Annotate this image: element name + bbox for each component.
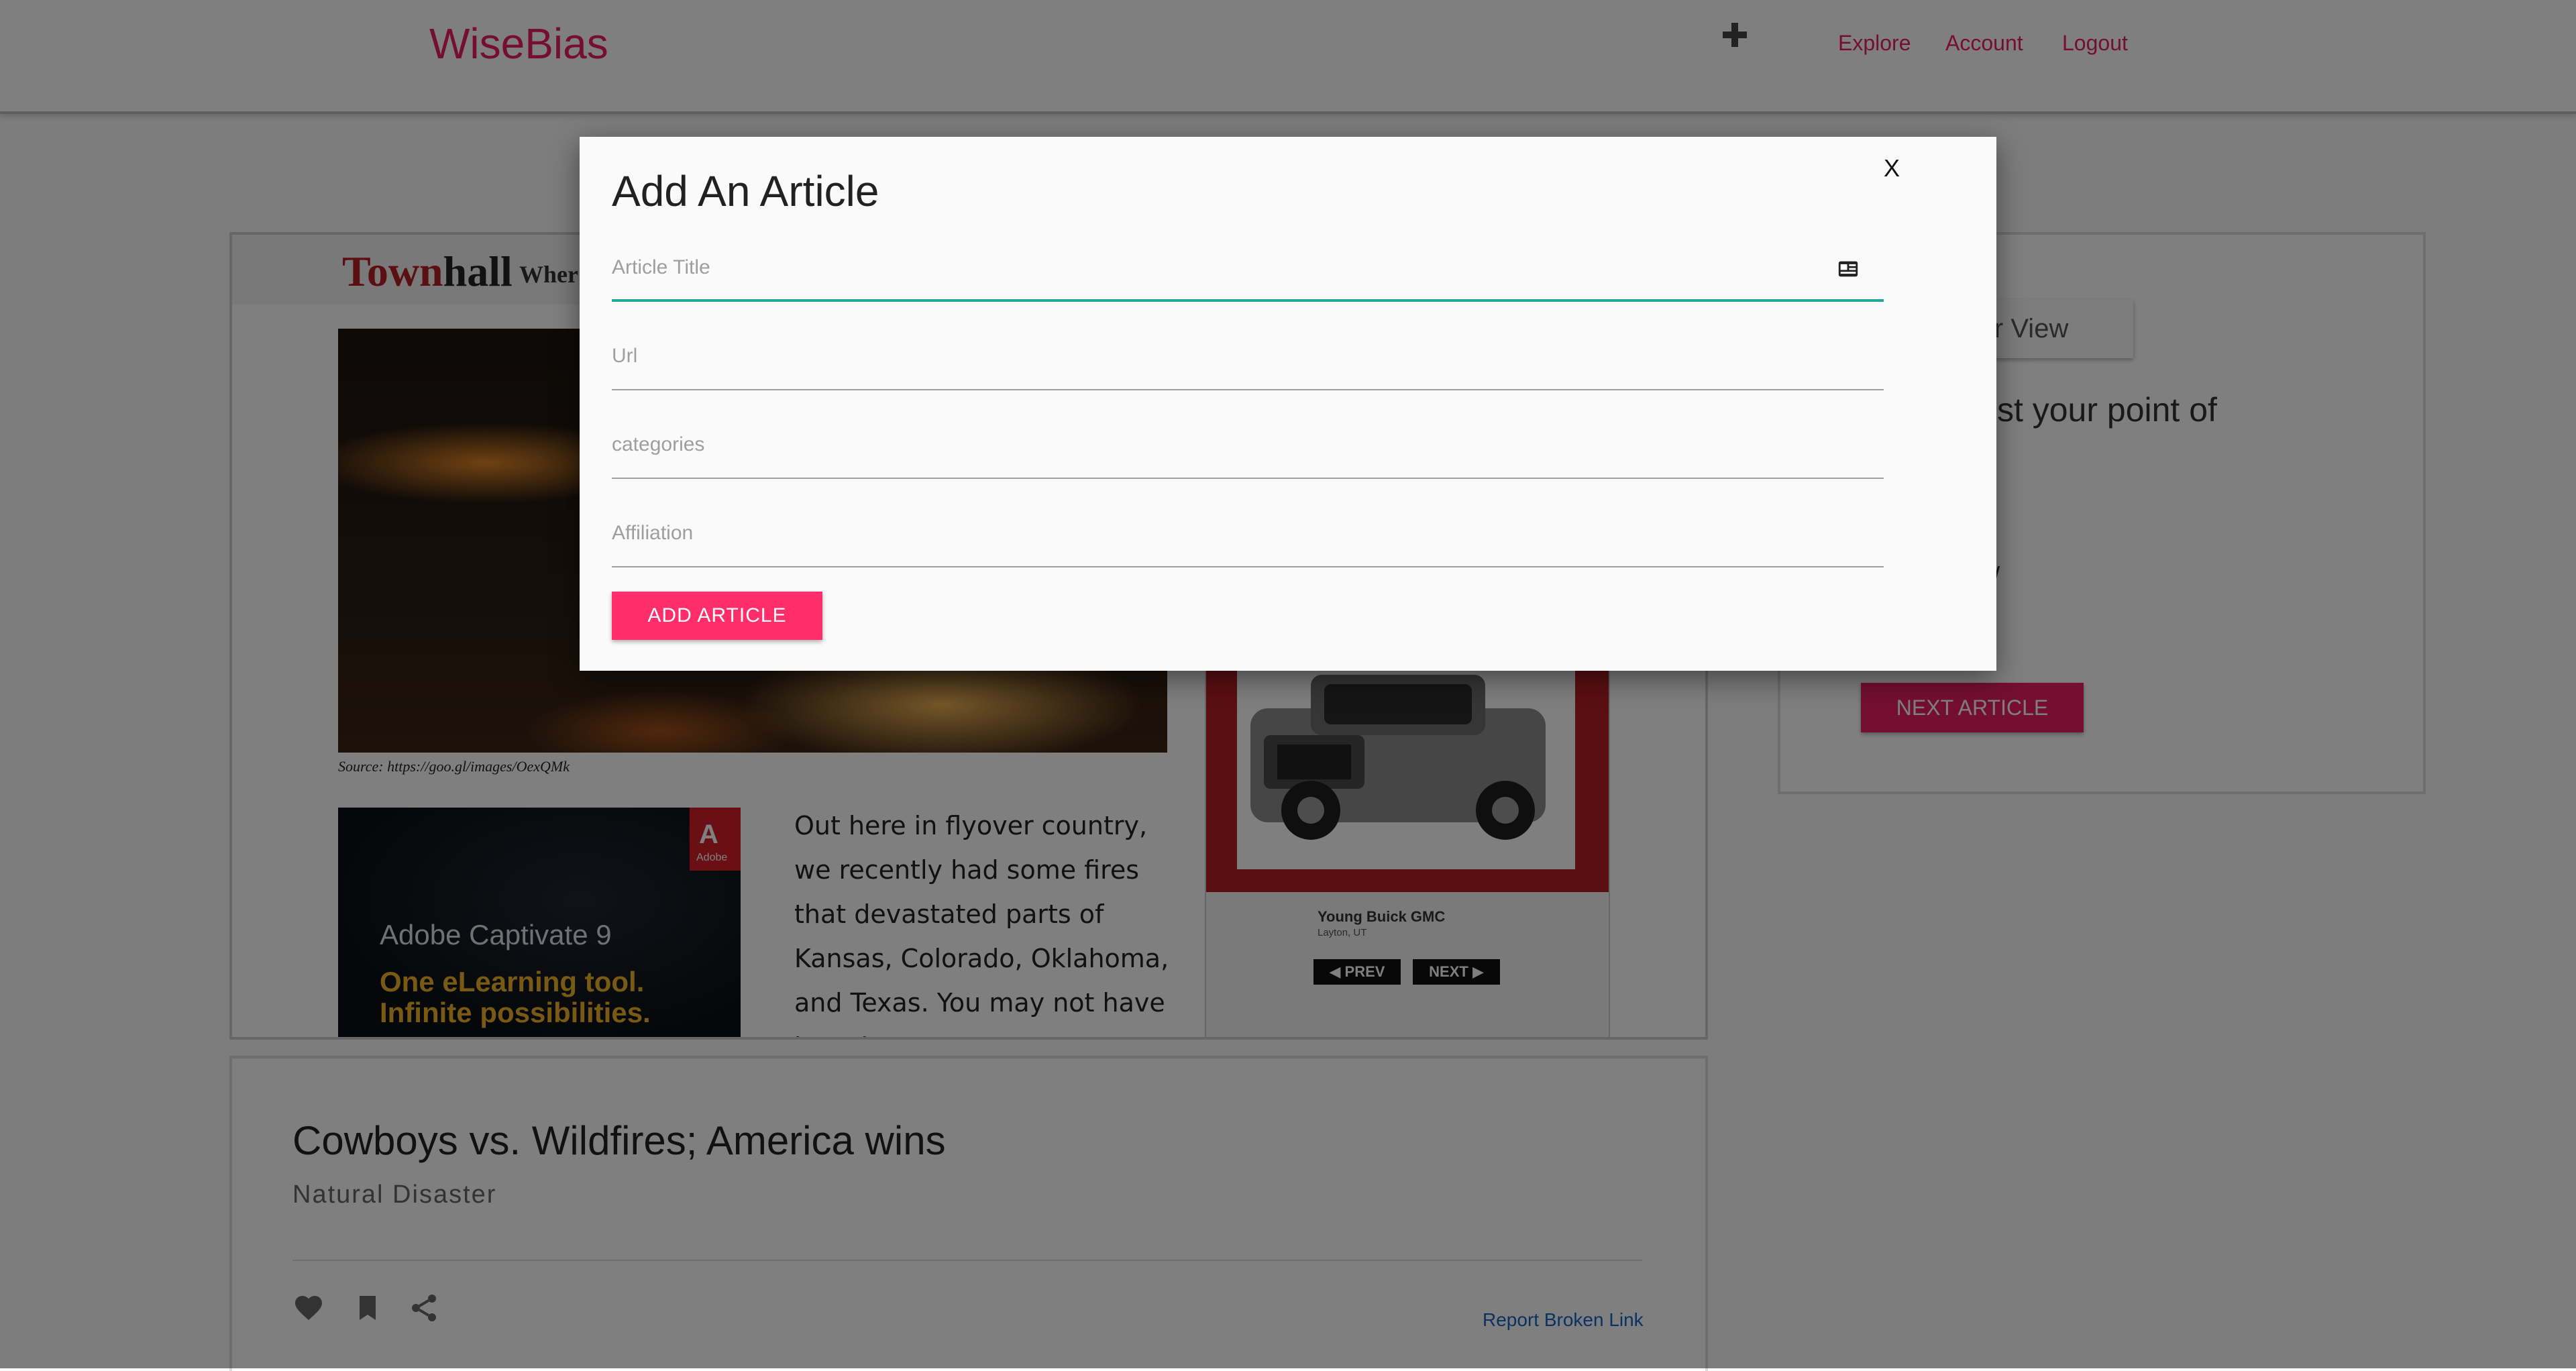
categories-field[interactable]: categories [612, 417, 1884, 479]
url-field[interactable]: Url [612, 329, 1884, 390]
field-underline [612, 389, 1884, 390]
article-title-placeholder: Article Title [612, 256, 710, 278]
field-underline [612, 478, 1884, 479]
close-button[interactable]: X [1874, 148, 1909, 189]
add-article-button[interactable]: ADD ARTICLE [612, 592, 822, 640]
categories-placeholder: categories [612, 433, 705, 455]
article-title-field[interactable]: Article Title [612, 240, 1884, 302]
affiliation-placeholder: Affiliation [612, 522, 694, 544]
contact-card-icon [1837, 258, 1860, 280]
field-underline [612, 299, 1884, 302]
modal-title: Add An Article [612, 167, 879, 215]
affiliation-field[interactable]: Affiliation [612, 506, 1884, 567]
field-underline [612, 566, 1884, 567]
add-article-modal: Add An Article X Article Title Url categ… [580, 137, 1996, 671]
url-placeholder: Url [612, 345, 638, 367]
